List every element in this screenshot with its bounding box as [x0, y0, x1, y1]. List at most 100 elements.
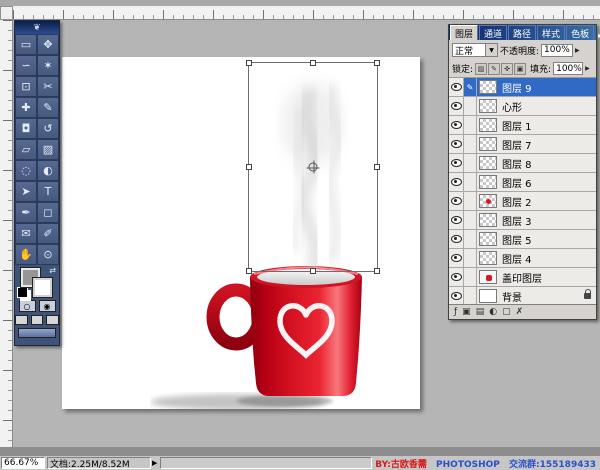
brush-tool[interactable]: ✎ [37, 97, 59, 118]
lock-transparency-icon[interactable]: ▨ [475, 63, 487, 75]
layer-thumbnail[interactable] [479, 156, 497, 170]
layer-row[interactable]: 图层 3 [449, 211, 596, 230]
transform-handle-bottom-left[interactable] [246, 268, 252, 274]
opacity-input[interactable]: 100% [541, 44, 573, 57]
layer-thumbnail[interactable] [479, 194, 497, 208]
transform-handle-bottom-center[interactable] [310, 268, 316, 274]
rect-marquee-tool[interactable]: ▭ [15, 34, 37, 55]
layer-thumbnail[interactable] [479, 118, 497, 132]
layer-visibility-toggle[interactable] [449, 78, 464, 96]
pen-tool[interactable]: ✒ [15, 202, 37, 223]
add-layer-mask-button[interactable]: ▣ [462, 306, 471, 318]
layer-row[interactable]: 盖印图层 [449, 268, 596, 287]
zoom-level-field[interactable]: 66.67% [1, 457, 45, 469]
canvas-page[interactable] [62, 57, 420, 409]
transform-handle-bottom-right[interactable] [374, 268, 380, 274]
background-color-swatch[interactable] [33, 278, 52, 297]
transform-handle-top-left[interactable] [246, 60, 252, 66]
move-tool[interactable]: ✥ [37, 34, 59, 55]
lasso-tool[interactable]: ∽ [15, 55, 37, 76]
layer-visibility-toggle[interactable] [449, 135, 464, 153]
panel-menu-icon[interactable]: ▸ [595, 31, 600, 40]
blend-mode-dropdown[interactable]: 正常 ▼ [452, 43, 498, 57]
add-layer-style-button[interactable]: ƒ [454, 306, 457, 318]
zoom-tool[interactable]: ⊙ [37, 244, 59, 265]
transform-handle-top-right[interactable] [374, 60, 380, 66]
tab-通道[interactable]: 通道 [479, 25, 507, 40]
layer-thumbnail[interactable] [479, 137, 497, 151]
clone-stamp-tool[interactable]: ◘ [15, 118, 37, 139]
swap-colors-icon[interactable]: ⇄ [49, 266, 56, 275]
history-brush-tool[interactable]: ↺ [37, 118, 59, 139]
delete-layer-button[interactable]: ✗ [516, 306, 524, 318]
dodge-tool[interactable]: ◐ [37, 160, 59, 181]
layer-thumbnail[interactable] [479, 80, 497, 94]
transform-reference-point[interactable] [309, 163, 318, 172]
transform-handle-middle-right[interactable] [374, 164, 380, 170]
lock-position-icon[interactable]: ✜ [501, 63, 513, 75]
transform-handle-top-center[interactable] [310, 60, 316, 66]
tab-路径[interactable]: 路径 [508, 25, 536, 40]
layer-row[interactable]: 背景 [449, 287, 596, 304]
new-adjustment-layer-button[interactable]: ◐ [489, 306, 497, 318]
layer-row[interactable]: 图层 8 [449, 154, 596, 173]
full-screen-menubar-mode-button[interactable] [31, 315, 44, 325]
path-select-tool[interactable]: ➤ [15, 181, 37, 202]
layer-row[interactable]: 心形 [449, 97, 596, 116]
layer-visibility-toggle[interactable] [449, 287, 464, 304]
layer-visibility-toggle[interactable] [449, 211, 464, 229]
layer-thumbnail[interactable] [479, 232, 497, 246]
layer-visibility-toggle[interactable] [449, 249, 464, 267]
hand-tool[interactable]: ✋ [15, 244, 37, 265]
layer-visibility-toggle[interactable] [449, 230, 464, 248]
notes-tool[interactable]: ✉ [15, 223, 37, 244]
layer-visibility-toggle[interactable] [449, 116, 464, 134]
gradient-tool[interactable]: ▨ [37, 139, 59, 160]
lock-all-icon[interactable]: ▣ [514, 63, 526, 75]
transform-bounding-box[interactable] [248, 62, 378, 272]
layer-row[interactable]: 图层 6 [449, 173, 596, 192]
fill-input[interactable]: 100% [553, 62, 583, 75]
lock-pixels-icon[interactable]: ✎ [488, 63, 500, 75]
layer-row[interactable]: 图层 7 [449, 135, 596, 154]
layer-row[interactable]: ✎图层 9 [449, 78, 596, 97]
new-group-button[interactable]: ▤ [476, 306, 485, 318]
fill-spinner-icon[interactable]: ▶ [585, 65, 590, 72]
layer-visibility-toggle[interactable] [449, 173, 464, 191]
default-colors-icon[interactable] [17, 287, 28, 298]
eraser-tool[interactable]: ▱ [15, 139, 37, 160]
standard-screen-mode-button[interactable] [15, 315, 28, 325]
healing-brush-tool[interactable]: ✚ [15, 97, 37, 118]
vertical-ruler[interactable] [0, 20, 13, 447]
eyedropper-tool[interactable]: ✐ [37, 223, 59, 244]
document-info-menu-icon[interactable]: ▶ [152, 459, 157, 467]
layer-thumbnail[interactable] [479, 213, 497, 227]
layer-visibility-toggle[interactable] [449, 268, 464, 286]
opacity-spinner-icon[interactable]: ▶ [575, 47, 580, 54]
full-screen-mode-button[interactable] [46, 315, 59, 325]
layer-visibility-toggle[interactable] [449, 97, 464, 115]
layer-row[interactable]: 图层 5 [449, 230, 596, 249]
magic-wand-tool[interactable]: ✶ [37, 55, 59, 76]
shape-tool[interactable]: ◻ [37, 202, 59, 223]
transform-handle-middle-left[interactable] [246, 164, 252, 170]
layer-visibility-toggle[interactable] [449, 154, 464, 172]
layer-thumbnail[interactable] [479, 175, 497, 189]
layer-visibility-toggle[interactable] [449, 192, 464, 210]
imageready-button[interactable] [18, 328, 56, 338]
type-tool[interactable]: T [37, 181, 59, 202]
layer-thumbnail[interactable] [479, 270, 497, 284]
slice-tool[interactable]: ✂ [37, 76, 59, 97]
tab-图层[interactable]: 图层 [450, 25, 478, 40]
layer-row[interactable]: 图层 2 [449, 192, 596, 211]
new-layer-button[interactable]: ▢ [502, 306, 511, 318]
standard-mode-button[interactable]: ○ [19, 300, 36, 312]
layer-row[interactable]: 图层 1 [449, 116, 596, 135]
quick-mask-mode-button[interactable]: ◉ [39, 300, 56, 312]
layer-thumbnail[interactable] [479, 99, 497, 113]
chevron-down-icon[interactable]: ▼ [485, 44, 497, 56]
layer-thumbnail[interactable] [479, 289, 497, 303]
crop-tool[interactable]: ⊡ [15, 76, 37, 97]
toolbar-header[interactable]: ❦ [15, 21, 59, 34]
horizontal-ruler[interactable] [13, 6, 600, 20]
